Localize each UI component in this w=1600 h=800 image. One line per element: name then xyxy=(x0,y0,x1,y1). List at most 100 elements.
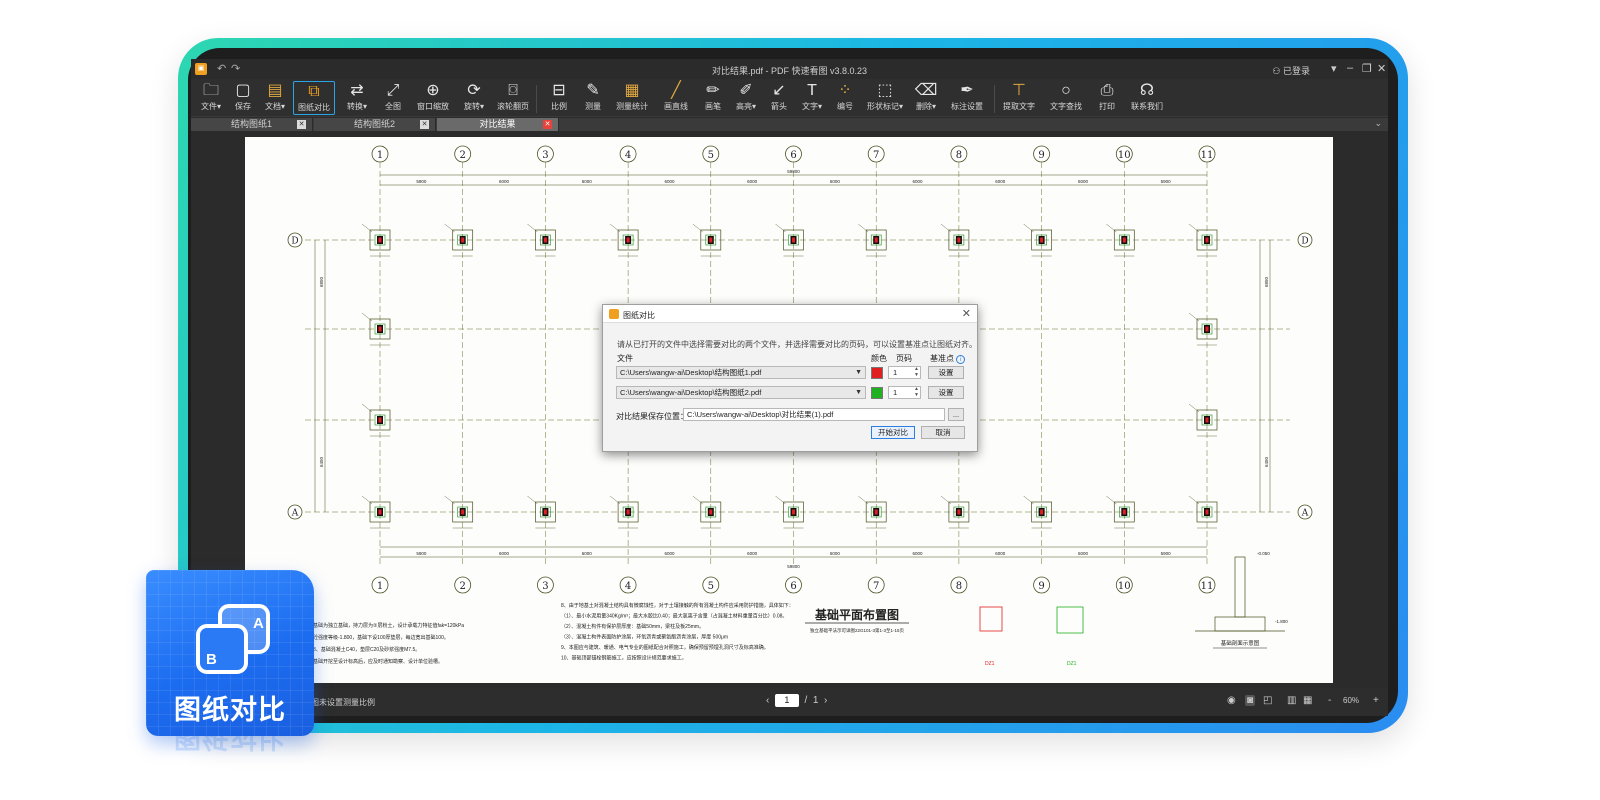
dialog-close-icon[interactable]: ✕ xyxy=(962,307,971,320)
span-dimension-top: 6000 xyxy=(499,179,510,184)
menu-dropdown-icon[interactable]: ▾ xyxy=(1331,62,1337,75)
cancel-button[interactable]: 取消 xyxy=(921,426,965,439)
grid-number-top: 5 xyxy=(708,150,714,161)
span-dimension-bottom: 6000 xyxy=(664,551,675,556)
foundation-footing-d-leader xyxy=(775,223,786,233)
grid-number-bottom: 5 xyxy=(708,581,714,592)
print-button[interactable]: ⎙ 打印 xyxy=(1087,81,1127,115)
foundation-footing-mid-red-overlay xyxy=(1205,326,1209,332)
foundation-footing-mid-red-overlay xyxy=(1205,417,1209,423)
foundation-footing-a-leader xyxy=(692,495,703,505)
tab-compare-result[interactable]: 对比结果 ✕ xyxy=(437,118,559,131)
page-stepper-2[interactable]: 1 ▲ ▼ xyxy=(888,386,921,399)
tab-label: 结构图纸2 xyxy=(353,119,395,129)
foundation-footing-d-leader xyxy=(361,223,373,233)
side-dimension: 6450 xyxy=(319,456,324,467)
eye-view-icon[interactable]: ◉ xyxy=(1227,695,1236,706)
file-select-1[interactable]: C:\Users\wangw-ai\Desktop\结构图纸1.pdf ▼ xyxy=(616,366,866,379)
page-stepper-1[interactable]: 1 ▲ ▼ xyxy=(888,366,921,379)
dialog-title: 图纸对比 xyxy=(623,311,655,320)
user-icon: ⚇ xyxy=(1272,66,1281,76)
design-note-left-line: 3、基础混凝土C40，垫层C20及砂浆强度M7.5。 xyxy=(313,646,420,653)
numbering-button[interactable]: ⁘ 编号 xyxy=(825,81,865,115)
restore-icon[interactable]: ❐ xyxy=(1362,62,1372,75)
measure-stats-icon: ▦ xyxy=(624,82,640,99)
print-icon: ⎙ xyxy=(1100,82,1114,99)
col-base-label: 基准点 xyxy=(930,354,954,363)
document-tab-bar: 结构图纸1 ✕ 结构图纸2 ✕ 对比结果 ✕ ⌄ xyxy=(191,118,1388,131)
minimize-icon[interactable]: – xyxy=(1347,62,1353,74)
span-dimension-bottom: 6000 xyxy=(830,551,841,556)
find-text-button[interactable]: ○ 文字查找 xyxy=(1046,81,1086,115)
fit-all-button[interactable]: ⤢ 全图 xyxy=(373,81,413,115)
tab-close-icon[interactable]: ✕ xyxy=(543,120,552,129)
span-dimension-bottom: 6000 xyxy=(913,551,924,556)
total-dimension-top: 59800 xyxy=(787,169,800,174)
single-page-icon[interactable]: ▥ xyxy=(1287,695,1296,706)
zoom-out-icon[interactable]: - xyxy=(1328,695,1331,706)
foundation-footing-d-red-overlay xyxy=(1205,237,1209,243)
close-icon[interactable]: ✕ xyxy=(1377,62,1386,75)
user-login-status[interactable]: ⚇ 已登录 xyxy=(1272,64,1310,77)
design-note-line: （2）、混凝土构件有保护层厚度：基础50mm，梁柱及板25mm。 xyxy=(561,623,704,630)
prev-page-icon[interactable]: ‹ xyxy=(766,695,769,706)
rotate-menu-button[interactable]: ⟳ 旋转▾ xyxy=(454,81,494,115)
zoom-window-icon: ⊕ xyxy=(426,82,440,99)
next-page-icon[interactable]: › xyxy=(824,695,827,706)
document-menu-button[interactable]: ▤ 文档▾ xyxy=(255,81,295,115)
tab-close-icon[interactable]: ✕ xyxy=(297,120,306,129)
tab-structure-drawing-1[interactable]: 结构图纸1 ✕ xyxy=(191,118,313,131)
color-swatch-2[interactable] xyxy=(871,387,883,399)
color-swatch-1[interactable] xyxy=(871,367,883,379)
page-input[interactable]: 1 xyxy=(774,694,799,707)
toolbar: 🗀 文件▾ ▢ 保存 ▤ 文档▾ ⧉ 图纸对比 ⇄ 转换▾ ⤢ 全图 ⊕ 窗口缩放 ⟳ 旋转▾ … xyxy=(191,79,1388,117)
stepper-arrows-icon[interactable]: ▲ ▼ xyxy=(914,386,919,398)
shape-mark-menu-button[interactable]: ⬚ 形状标记▾ xyxy=(865,81,905,115)
draw-line-button[interactable]: ╱ 画直线 xyxy=(656,81,696,115)
measure-button[interactable]: ✎ 测量 xyxy=(573,81,613,115)
foundation-footing-a-red-overlay xyxy=(874,509,878,515)
mouse-wheel-icon: ⌼ xyxy=(508,82,518,99)
grid-letter: D xyxy=(1301,237,1308,247)
start-compare-button[interactable]: 开始对比 xyxy=(871,426,915,439)
contact-us-button[interactable]: ☊ 联系我们 xyxy=(1127,81,1167,115)
foundation-footing-d-leader xyxy=(858,223,869,233)
detail-dz1-red xyxy=(979,606,1003,632)
grid-number-top: 10 xyxy=(1118,150,1131,161)
save-path-input[interactable]: C:\Users\wangw-ai\Desktop\对比结果(1).pdf xyxy=(683,408,945,421)
detail-dz1-label: DZ1 xyxy=(985,661,995,667)
span-dimension-top: 5900 xyxy=(1161,179,1172,184)
foundation-footing-d-leader xyxy=(940,223,952,233)
info-icon[interactable]: i xyxy=(956,355,966,364)
span-dimension-top: 6000 xyxy=(995,179,1006,184)
detail-dz1-label-green: DZ1 xyxy=(1067,661,1077,667)
browse-button[interactable]: ... xyxy=(948,408,964,421)
total-dimension-bottom: 59800 xyxy=(787,564,800,569)
foundation-footing-a-leader xyxy=(609,495,621,505)
zoom-level[interactable]: 60% xyxy=(1343,696,1359,705)
wheel-paging-button[interactable]: ⌼ 滚轮翻页 xyxy=(493,81,533,115)
foundation-footing-a-red-overlay xyxy=(461,509,465,515)
zoom-window-button[interactable]: ⊕ 窗口缩放 xyxy=(413,81,453,115)
stepper-arrows-icon[interactable]: ▲ ▼ xyxy=(914,366,919,378)
zoom-in-icon[interactable]: + xyxy=(1373,695,1379,706)
double-page-icon[interactable]: ▦ xyxy=(1303,695,1312,706)
convert-menu-button[interactable]: ⇄ 转换▾ xyxy=(337,81,377,115)
hand-mode-icon[interactable]: ◙ xyxy=(1245,695,1256,706)
delete-menu-button[interactable]: ⌫ 删除▾ xyxy=(906,81,946,115)
design-note-line: （1）、最小水泥用量340Kg/m³；最大水胶比0.40；最大氯离子含量（占混凝… xyxy=(561,613,787,620)
file-select-2[interactable]: C:\Users\wangw-ai\Desktop\结构图纸2.pdf ▼ xyxy=(616,386,866,399)
span-dimension-top: 6000 xyxy=(1078,179,1089,184)
annotation-settings-button[interactable]: ✒ 标注设置 xyxy=(947,81,987,115)
compare-drawings-button[interactable]: ⧉ 图纸对比 xyxy=(293,81,335,115)
tab-close-icon[interactable]: ✕ xyxy=(420,120,429,129)
select-mode-icon[interactable]: ◰ xyxy=(1263,695,1272,706)
measure-stats-button[interactable]: ▦ 测量统计 xyxy=(612,81,652,115)
design-note-line: 9、本图应与建筑、暖通、电气专业的图纸配合对照施工，确保预留预埋孔洞尺寸及标高准… xyxy=(561,644,769,651)
tab-structure-drawing-2[interactable]: 结构图纸2 ✕ xyxy=(314,118,436,131)
base-point-set-button-1[interactable]: 设置 xyxy=(928,366,964,379)
base-point-set-button-2[interactable]: 设置 xyxy=(928,386,964,399)
tab-list-chevron-icon[interactable]: ⌄ xyxy=(1374,118,1382,129)
extract-text-button[interactable]: ⊤ 提取文字 xyxy=(999,81,1039,115)
grid-number-top: 3 xyxy=(542,150,548,161)
